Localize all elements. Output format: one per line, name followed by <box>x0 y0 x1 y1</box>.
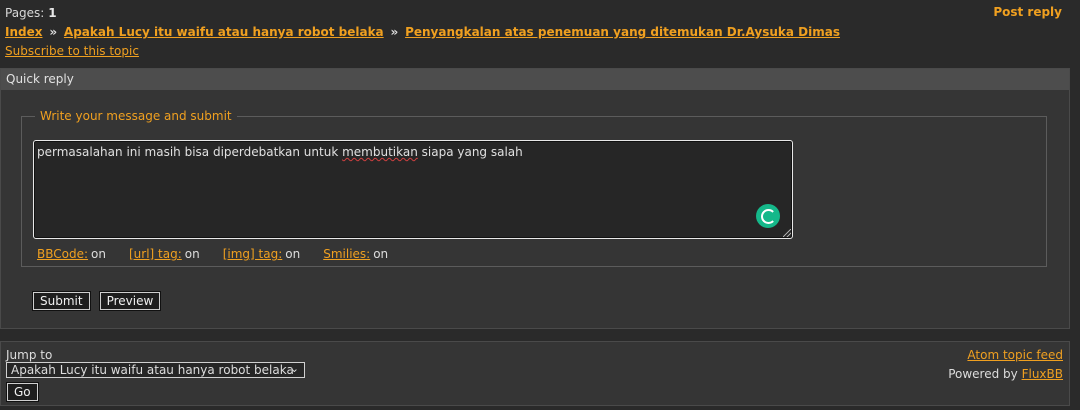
powered-by: Powered by FluxBB <box>948 367 1063 381</box>
bbcode-status: on <box>91 247 106 261</box>
jump-to-select[interactable]: Apakah Lucy itu waifu atau hanya robot b… <box>6 362 305 378</box>
jump-to-selected: Apakah Lucy itu waifu atau hanya robot b… <box>11 363 294 377</box>
page-number[interactable]: 1 <box>48 6 56 20</box>
chevron-down-icon: ⌄ <box>289 362 299 375</box>
smilies-help-link[interactable]: Smilies: <box>323 247 370 261</box>
url-tag-status: on <box>184 247 200 261</box>
preview-button[interactable]: Preview <box>98 291 162 311</box>
pages-label: Pages: <box>5 6 45 20</box>
submit-button[interactable]: Submit <box>32 291 91 311</box>
breadcrumb: Index » Apakah Lucy itu waifu atau hanya… <box>5 23 1062 42</box>
breadcrumb-separator: » <box>49 25 58 39</box>
footer-panel: Jump to Apakah Lucy itu waifu atau hanya… <box>0 341 1070 406</box>
submit-row: Submit Preview <box>32 291 162 311</box>
resize-handle-icon[interactable] <box>783 229 791 237</box>
smilies-status: on <box>373 247 389 261</box>
powered-by-label: Powered by <box>948 367 1018 381</box>
grammar-check-icon[interactable] <box>756 204 780 228</box>
atom-feed-link[interactable]: Atom topic feed <box>967 348 1063 362</box>
go-button[interactable]: Go <box>6 382 39 402</box>
pagination: Pages: 1 <box>5 5 1062 21</box>
message-legend: Write your message and submit <box>40 109 232 123</box>
post-reply-link[interactable]: Post reply <box>993 5 1062 19</box>
message-textarea[interactable]: permasalahan ini masih bisa diperdebatka… <box>33 140 793 239</box>
img-tag-status: on <box>285 247 301 261</box>
breadcrumb-forum[interactable]: Apakah Lucy itu waifu atau hanya robot b… <box>64 25 384 39</box>
message-fieldset: Write your message and submit permasalah… <box>21 109 1047 267</box>
bbcode-help-link[interactable]: BBCode: <box>37 247 88 261</box>
breadcrumb-topic[interactable]: Penyangkalan atas penemuan yang ditemuka… <box>405 25 840 39</box>
top-bar: Pages: 1 Post reply Index » Apakah Lucy … <box>5 5 1062 60</box>
subscribe-link[interactable]: Subscribe to this topic <box>5 44 139 58</box>
img-tag-help-link[interactable]: [img] tag: <box>223 247 283 261</box>
quick-reply-panel: Quick reply Write your message and submi… <box>0 68 1070 329</box>
misspelled-word[interactable]: membutikan <box>342 145 418 159</box>
breadcrumb-separator: » <box>390 25 399 39</box>
fluxbb-link[interactable]: FluxBB <box>1022 367 1063 381</box>
message-text: permasalahan ini masih bisa diperdebatka… <box>37 145 523 159</box>
bbcode-info: BBCode: on [url] tag: on [img] tag: on Smil… <box>37 247 411 261</box>
url-tag-help-link[interactable]: [url] tag: <box>129 247 182 261</box>
jump-to-label: Jump to <box>6 348 53 362</box>
breadcrumb-index[interactable]: Index <box>5 25 42 39</box>
quick-reply-title: Quick reply <box>1 69 1069 90</box>
